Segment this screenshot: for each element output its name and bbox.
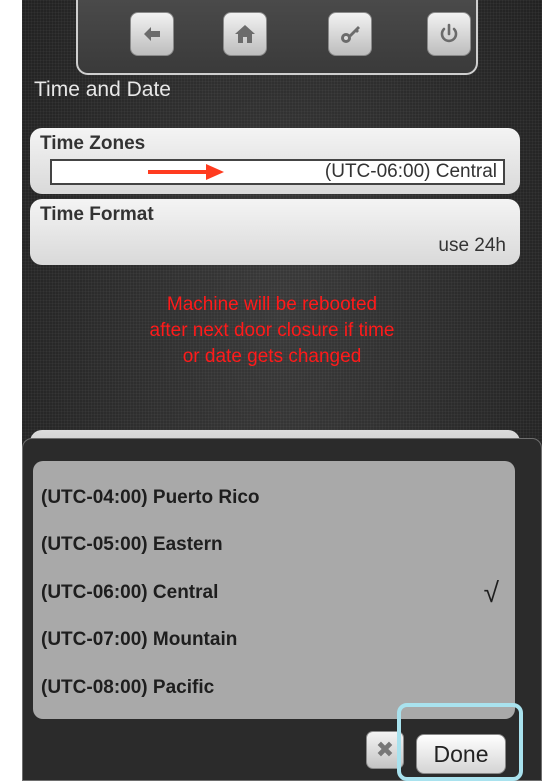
timezone-option[interactable]: (UTC-07:00) Mountain <box>41 620 507 660</box>
key-icon <box>341 26 360 43</box>
close-icon: ✖ <box>375 737 395 762</box>
time-format-label: Time Format <box>40 204 154 225</box>
option-label: (UTC-04:00) Puerto Rico <box>41 487 260 508</box>
key-button[interactable] <box>328 12 372 56</box>
time-zones-panel[interactable]: Time Zones (UTC-06:00) Central <box>30 128 520 194</box>
option-label: (UTC-05:00) Eastern <box>41 534 223 555</box>
reboot-warning: Machine will be rebooted after next door… <box>22 292 522 370</box>
option-label: (UTC-07:00) Mountain <box>41 629 238 650</box>
timezone-option[interactable]: (UTC-05:00) Eastern <box>41 525 507 565</box>
timezone-option[interactable]: (UTC-04:00) Puerto Rico <box>41 478 507 518</box>
timezone-option[interactable]: (UTC-08:00) Pacific <box>41 668 507 708</box>
option-label: (UTC-08:00) Pacific <box>41 677 215 698</box>
time-format-value: use 24h <box>438 235 506 256</box>
power-button[interactable] <box>427 12 471 56</box>
timezone-option-selected[interactable]: (UTC-06:00) Central √ <box>41 573 507 613</box>
home-button[interactable] <box>223 12 267 56</box>
device-screen: Time and Date Time Zones (UTC-06:00) Cen… <box>22 0 542 781</box>
warning-line: Machine will be rebooted <box>166 294 378 315</box>
power-icon <box>440 23 458 43</box>
time-zones-label: Time Zones <box>40 133 146 154</box>
back-button[interactable] <box>130 12 174 56</box>
option-label: (UTC-06:00) Central <box>41 582 219 603</box>
back-arrow-icon <box>144 27 160 41</box>
time-format-panel[interactable]: Time Format use 24h <box>30 199 520 265</box>
warning-line: after next door closure if time <box>149 320 395 341</box>
done-highlight: Done <box>397 703 523 781</box>
timezone-option-list: (UTC-04:00) Puerto Rico (UTC-05:00) East… <box>33 461 515 719</box>
top-toolbar <box>76 0 478 75</box>
page-title: Time and Date <box>34 78 171 101</box>
checkmark-icon: √ <box>483 577 499 608</box>
warning-line: or date gets changed <box>182 346 362 367</box>
red-arrow-icon <box>148 164 224 180</box>
home-icon <box>235 25 255 43</box>
time-zone-value-field[interactable]: (UTC-06:00) Central <box>50 159 505 185</box>
done-button[interactable]: Done <box>416 734 506 774</box>
timezone-picker-sheet: (UTC-04:00) Puerto Rico (UTC-05:00) East… <box>22 438 542 781</box>
